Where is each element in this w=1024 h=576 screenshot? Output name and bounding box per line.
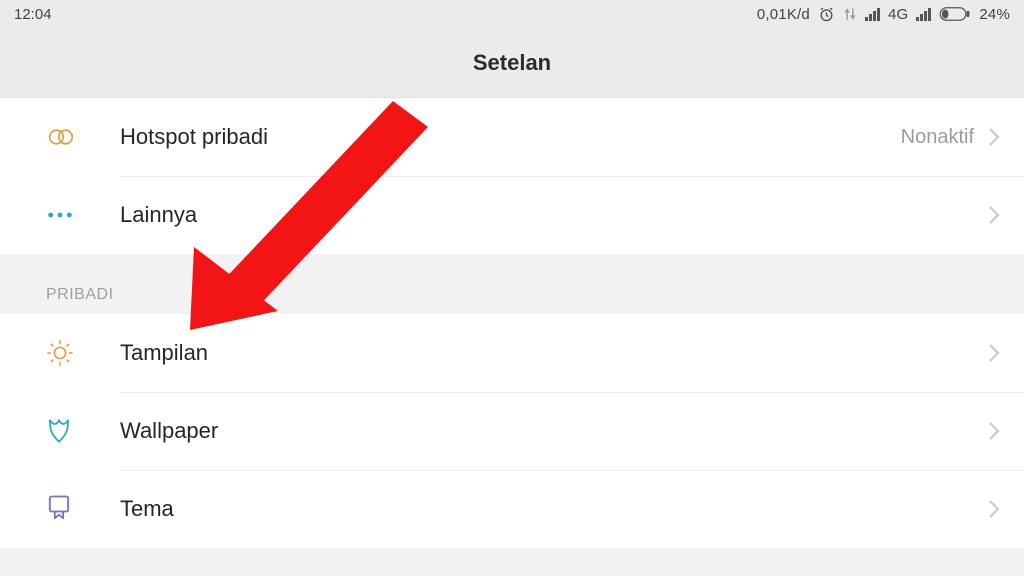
chevron-right-icon — [988, 343, 1000, 363]
settings-group-network: Hotspot pribadi Nonaktif Lainnya — [0, 98, 1024, 254]
row-label: Wallpaper — [120, 418, 988, 444]
wallpaper-icon — [46, 417, 120, 445]
alarm-icon — [818, 6, 835, 23]
theme-icon — [46, 494, 120, 524]
settings-group-pribadi: Tampilan Wallpaper Tema — [0, 314, 1024, 548]
row-label: Lainnya — [120, 202, 988, 228]
chevron-right-icon — [988, 205, 1000, 225]
app-header: Setelan — [0, 28, 1024, 98]
battery-percent: 24% — [979, 6, 1010, 23]
chevron-right-icon — [988, 127, 1000, 147]
signal-bars-1-icon — [865, 7, 880, 21]
row-label: Tampilan — [120, 340, 988, 366]
row-display[interactable]: Tampilan — [0, 314, 1024, 392]
status-right: 0,01K/d 4G 24% — [757, 6, 1010, 23]
signal-bars-2-icon — [916, 7, 931, 21]
chevron-right-icon — [988, 499, 1000, 519]
status-bar: 12:04 0,01K/d 4G 24% — [0, 0, 1024, 28]
battery-icon — [939, 7, 971, 21]
display-icon — [46, 339, 120, 367]
row-more[interactable]: Lainnya — [0, 176, 1024, 254]
network-label: 4G — [888, 6, 908, 23]
row-wallpaper[interactable]: Wallpaper — [0, 392, 1024, 470]
page-title: Setelan — [473, 50, 551, 76]
section-header-pribadi: PRIBADI — [0, 254, 1024, 314]
status-time: 12:04 — [14, 6, 52, 23]
sync-icon — [843, 6, 857, 22]
data-rate: 0,01K/d — [757, 6, 810, 23]
chevron-right-icon — [988, 421, 1000, 441]
row-hotspot[interactable]: Hotspot pribadi Nonaktif — [0, 98, 1024, 176]
row-theme[interactable]: Tema — [0, 470, 1024, 548]
row-value: Nonaktif — [901, 126, 974, 149]
more-icon — [46, 210, 120, 220]
row-label: Tema — [120, 496, 988, 522]
section-title: PRIBADI — [46, 286, 114, 304]
hotspot-icon — [46, 122, 120, 152]
row-label: Hotspot pribadi — [120, 124, 901, 150]
